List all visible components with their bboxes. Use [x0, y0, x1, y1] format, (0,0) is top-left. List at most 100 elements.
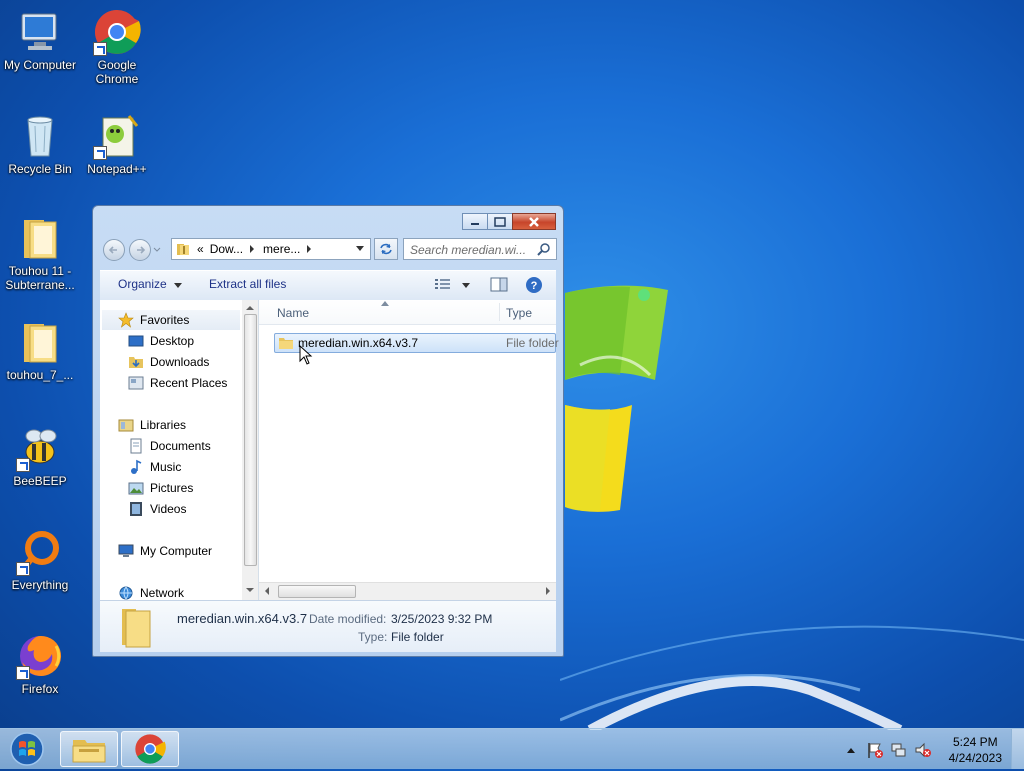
change-view-button[interactable] — [435, 278, 471, 293]
table-row[interactable]: meredian.win.x64.v3.7 File folder — [274, 333, 559, 353]
details-type-label: Type: — [358, 630, 388, 644]
minimize-button[interactable] — [462, 213, 488, 230]
action-center-flag-icon[interactable] — [866, 741, 884, 759]
nav-label: Desktop — [150, 334, 195, 348]
nav-label: Recent Places — [150, 376, 228, 390]
svg-text:?: ? — [531, 280, 538, 292]
nav-downloads[interactable]: Downloads — [128, 352, 209, 372]
file-list[interactable]: Name Type meredian.win.x64.v3.7 File fol… — [259, 300, 559, 600]
nav-my-computer[interactable]: My Computer — [118, 541, 212, 561]
nav-documents[interactable]: Documents — [128, 436, 211, 456]
caption-buttons — [462, 213, 556, 230]
desktop-icon-notepadpp[interactable]: Notepad++ — [77, 112, 157, 176]
minimize-icon — [471, 222, 479, 225]
address-segment[interactable]: Dow... — [210, 242, 243, 256]
close-icon — [529, 216, 539, 227]
desktop-icon-touhou-11[interactable]: Touhou 11 - Subterrane... — [0, 214, 80, 292]
refresh-button[interactable] — [374, 238, 398, 260]
nav-pictures[interactable]: Pictures — [128, 478, 193, 498]
column-header-type[interactable]: Type — [506, 306, 532, 320]
folder-icon — [16, 214, 64, 262]
desktop-icon-recycle-bin[interactable]: Recycle Bin — [0, 112, 80, 176]
star-icon — [118, 312, 134, 328]
address-dropdown-icon[interactable] — [356, 246, 364, 252]
explorer-window[interactable]: « Dow... mere... Organize Extract all fi… — [92, 205, 564, 657]
nav-recent-places[interactable]: Recent Places — [128, 373, 227, 393]
horizontal-scroll-thumb[interactable] — [278, 585, 356, 598]
clock-time: 5:24 PM — [952, 735, 998, 749]
chrome-icon — [135, 734, 166, 764]
recent-pages-chevron-icon[interactable] — [153, 247, 161, 253]
details-type-value: File folder — [391, 630, 444, 644]
start-button[interactable] — [4, 730, 50, 768]
everything-icon — [16, 528, 64, 576]
close-button[interactable] — [512, 213, 556, 230]
desktop-icon-chrome[interactable]: Google Chrome — [77, 8, 157, 86]
scroll-up-icon[interactable] — [242, 302, 258, 314]
address-segment[interactable]: mere... — [263, 242, 300, 256]
show-desktop-button[interactable] — [1011, 729, 1024, 769]
desktop-icon-firefox[interactable]: Firefox — [0, 632, 80, 696]
column-header-name[interactable]: Name — [277, 306, 309, 320]
column-divider[interactable] — [499, 303, 500, 321]
nav-videos[interactable]: Videos — [128, 499, 186, 519]
organize-label: Organize — [118, 277, 167, 291]
navigation-pane-scrollbar[interactable] — [242, 300, 258, 600]
nav-desktop[interactable]: Desktop — [128, 331, 194, 351]
breadcrumb-arrow-icon[interactable] — [306, 245, 312, 253]
desktop-icon-label: Everything — [11, 578, 69, 592]
wallpaper-swoosh — [560, 625, 1024, 730]
computer-icon — [118, 544, 134, 557]
preview-pane-button[interactable] — [490, 277, 508, 296]
maximize-button[interactable] — [487, 213, 513, 230]
notepadpp-icon — [93, 112, 141, 160]
forward-button[interactable] — [129, 239, 151, 261]
clock-date: 4/24/2023 — [948, 751, 1002, 765]
scroll-down-icon[interactable] — [242, 584, 258, 596]
nav-libraries[interactable]: Libraries — [118, 415, 186, 435]
folder-large-icon — [122, 609, 151, 648]
refresh-icon — [380, 243, 392, 255]
address-bar[interactable]: « Dow... mere... — [171, 238, 371, 260]
show-hidden-icons-chevron-icon[interactable] — [846, 746, 856, 754]
search-icon[interactable] — [537, 243, 551, 257]
taskbar-explorer-button[interactable] — [60, 731, 118, 767]
preview-pane-icon — [490, 277, 508, 292]
nav-music[interactable]: Music — [128, 457, 181, 477]
windows-start-icon — [10, 732, 44, 766]
nav-favorites[interactable]: Favorites — [102, 310, 240, 330]
desktop-icon-my-computer[interactable]: My Computer — [0, 8, 80, 72]
file-list-scrollbar[interactable] — [259, 582, 556, 600]
videos-icon — [130, 502, 142, 516]
desktop-icon-touhou-7[interactable]: touhou_7_... — [0, 318, 80, 382]
help-button[interactable]: ? — [525, 276, 543, 297]
search-box[interactable] — [403, 238, 557, 260]
desktop-icon-everything[interactable]: Everything — [0, 528, 80, 592]
clock[interactable]: 5:24 PM 4/24/2023 — [949, 734, 1002, 766]
search-input[interactable] — [408, 240, 534, 260]
mouse-cursor-icon — [299, 345, 313, 365]
organize-button[interactable]: Organize — [118, 277, 183, 291]
nav-network[interactable]: Network — [118, 583, 184, 600]
back-button[interactable] — [103, 239, 125, 261]
scroll-right-icon[interactable] — [542, 583, 554, 599]
music-icon — [131, 459, 142, 474]
scroll-left-icon[interactable] — [261, 583, 273, 599]
taskbar-chrome-button[interactable] — [121, 731, 179, 767]
folder-icon — [279, 338, 293, 349]
extract-all-files-button[interactable]: Extract all files — [209, 277, 286, 291]
scroll-thumb[interactable] — [244, 314, 257, 566]
nav-label: Network — [140, 586, 185, 600]
desktop-icon-beebeep[interactable]: BeeBEEP — [0, 424, 80, 488]
volume-muted-icon[interactable] — [914, 741, 932, 759]
network-status-icon[interactable] — [890, 741, 908, 759]
view-details-icon — [435, 279, 450, 289]
chevron-down-icon — [174, 283, 183, 288]
nav-label: Favorites — [140, 313, 190, 327]
chrome-icon — [93, 8, 141, 56]
pictures-icon — [128, 482, 144, 495]
navigation-pane[interactable]: Favorites Desktop Downloads Recent Place… — [100, 300, 259, 600]
breadcrumb-arrow-icon[interactable] — [249, 245, 255, 253]
shortcut-arrow-icon — [16, 458, 30, 472]
recycle-bin-icon — [16, 112, 64, 160]
